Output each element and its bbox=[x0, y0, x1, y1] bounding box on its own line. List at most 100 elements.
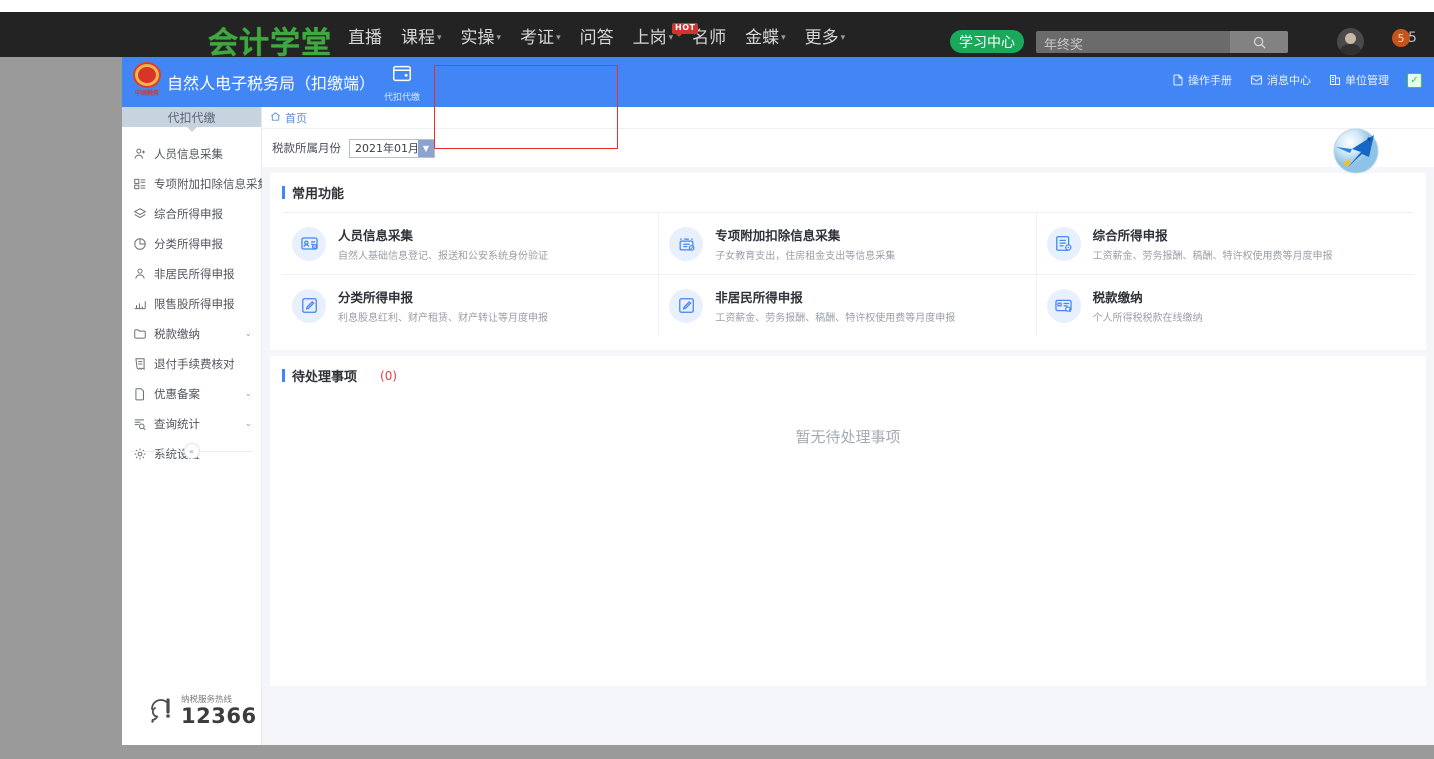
unit-management-label: 单位管理 bbox=[1345, 74, 1389, 87]
backdrop-bottom-strip bbox=[122, 745, 1434, 759]
common-functions-panel: 常用功能 人员信息采集 自然人基础信息登记、报送和公安系统身份验证 专项附加扣除… bbox=[270, 173, 1426, 350]
sidebar-item-refund-fee-check[interactable]: 退付手续费核对 bbox=[122, 349, 261, 379]
sidebar-item-query-statistics[interactable]: 查询统计 ⌄ bbox=[122, 409, 261, 439]
nav-item-2[interactable]: 实操 ▾ bbox=[461, 23, 502, 48]
sidebar-item-preferential-filing[interactable]: 优惠备案 ⌄ bbox=[122, 379, 261, 409]
card-personnel-info[interactable]: 人员信息采集 自然人基础信息登记、报送和公安系统身份验证 bbox=[282, 212, 660, 274]
envelope-icon bbox=[1251, 75, 1262, 85]
pie-chart-icon bbox=[132, 236, 148, 252]
card-comprehensive-income[interactable]: 综合所得申报 工资薪金、劳务报酬、稿酬、特许权使用费等月度申报 bbox=[1036, 212, 1414, 274]
sidebar-item-nonresident-income[interactable]: 非居民所得申报 bbox=[122, 259, 261, 289]
nav-item-1[interactable]: 课程 ▾ bbox=[401, 23, 442, 48]
search-button[interactable] bbox=[1230, 31, 1288, 53]
card-text: 人员信息采集 自然人基础信息登记、报送和公安系统身份验证 bbox=[338, 225, 548, 262]
card-text: 非居民所得申报 工资薪金、劳务报酬、稿酬、特许权使用费等月度申报 bbox=[715, 287, 955, 324]
notification-indicator[interactable]: 5 5 bbox=[1392, 29, 1417, 47]
manual-button[interactable]: 操作手册 bbox=[1172, 72, 1232, 88]
avatar[interactable] bbox=[1337, 28, 1364, 55]
card-desc: 工资薪金、劳务报酬、稿酬、特许权使用费等月度申报 bbox=[1092, 251, 1333, 262]
search-list-icon bbox=[132, 416, 148, 432]
card-title: 专项附加扣除信息采集 bbox=[715, 228, 841, 243]
message-center-label: 消息中心 bbox=[1267, 74, 1311, 87]
function-card-grid: 人员信息采集 自然人基础信息登记、报送和公安系统身份验证 专项附加扣除信息采集 … bbox=[282, 212, 1414, 336]
chevron-down-icon: ▾ bbox=[437, 33, 442, 43]
filter-bar: 税款所属月份 2021年01月 ▼ bbox=[262, 128, 1434, 174]
nav-item-label: 实操 bbox=[460, 28, 495, 48]
card-text: 税款缴纳 个人所得税税款在线缴纳 bbox=[1093, 287, 1203, 324]
nav-item-label: 金蝶 bbox=[745, 28, 780, 48]
chevron-down-icon: ▾ bbox=[781, 33, 786, 43]
backdrop-top-left bbox=[0, 0, 122, 12]
search-icon bbox=[1253, 36, 1266, 49]
home-icon bbox=[270, 111, 281, 125]
sidebar-item-personnel-info[interactable]: 人员信息采集 bbox=[122, 139, 261, 169]
sidebar-item-label: 查询统计 bbox=[154, 417, 200, 431]
site-topnav: 会计学堂 直播 课程 ▾ 实操 ▾ 考证 ▾ 问答 上岗 ▾ 名师 金蝶 ▾ 更… bbox=[0, 12, 1434, 57]
payment-card-icon bbox=[1046, 288, 1081, 323]
card-tax-payment[interactable]: 税款缴纳 个人所得税税款在线缴纳 bbox=[1036, 274, 1414, 336]
emblem-label: 中国税务 bbox=[134, 90, 159, 97]
unit-management-button[interactable]: 单位管理 bbox=[1329, 72, 1389, 88]
tax-period-select[interactable]: 2021年01月 ▼ bbox=[349, 138, 435, 158]
site-brand-logo[interactable]: 会计学堂 bbox=[208, 18, 332, 57]
card-classified-income[interactable]: 分类所得申报 利息股息红利、财产租赁、财产转让等月度申报 bbox=[282, 274, 660, 336]
chevron-down-icon: ⌄ bbox=[244, 419, 252, 429]
title-accent-bar bbox=[282, 186, 285, 199]
card-nonresident-income[interactable]: 非居民所得申报 工资薪金、劳务报酬、稿酬、特许权使用费等月度申报 bbox=[659, 274, 1037, 336]
document-icon bbox=[1173, 74, 1183, 86]
sidebar-item-classified-income[interactable]: 分类所得申报 bbox=[122, 229, 261, 259]
site-search[interactable]: 年终奖 bbox=[1036, 31, 1288, 53]
card-title: 非居民所得申报 bbox=[715, 290, 803, 305]
card-desc: 利息股息红利、财产租赁、财产转让等月度申报 bbox=[338, 313, 548, 324]
swallow-logo-svg bbox=[1333, 128, 1379, 174]
breadcrumb-label[interactable]: 首页 bbox=[285, 110, 307, 126]
swallow-logo bbox=[1328, 123, 1384, 179]
card-special-deduction[interactable]: 专项附加扣除信息采集 子女教育支出，住房租金支出等信息采集 bbox=[659, 212, 1037, 274]
manual-label: 操作手册 bbox=[1188, 74, 1232, 87]
chevron-down-icon: ▾ bbox=[840, 33, 846, 43]
card-title: 人员信息采集 bbox=[338, 228, 414, 243]
mode-label: 代扣代缴 bbox=[383, 93, 420, 103]
status-check-icon[interactable]: ✓ bbox=[1407, 72, 1422, 88]
sidebar-item-special-deduction[interactable]: 专项附加扣除信息采集 bbox=[122, 169, 269, 199]
sidebar-collapse-row: « bbox=[122, 437, 261, 465]
card-desc: 自然人基础信息登记、报送和公安系统身份验证 bbox=[338, 251, 548, 262]
app-header-actions: 操作手册 消息中心 单位管理 ✓ bbox=[1172, 72, 1422, 88]
wallet-icon bbox=[393, 65, 411, 82]
common-functions-title: 常用功能 bbox=[282, 183, 1414, 202]
sidebar-item-tax-payment[interactable]: 税款缴纳 ⌄ bbox=[122, 319, 261, 349]
sidebar-item-label: 优惠备案 bbox=[154, 387, 200, 401]
edit-icon bbox=[292, 288, 326, 323]
edit-icon bbox=[669, 288, 704, 323]
list-detail-icon bbox=[132, 176, 148, 192]
backdrop-grey-strip bbox=[0, 45, 122, 759]
card-title: 分类所得申报 bbox=[338, 290, 414, 305]
receipt-icon bbox=[132, 356, 148, 372]
nav-item-8[interactable]: 更多 ▾ bbox=[805, 23, 846, 48]
sidebar-item-comprehensive-income[interactable]: 综合所得申报 bbox=[122, 199, 261, 229]
chevron-down-icon: ▼ bbox=[418, 139, 434, 157]
chevron-down-icon: ⌄ bbox=[244, 329, 252, 339]
nav-item-label: 上岗 bbox=[632, 28, 667, 48]
avatar-head bbox=[1345, 33, 1356, 44]
chevron-left-double-icon: « bbox=[189, 446, 194, 456]
nav-item-0[interactable]: 直播 bbox=[348, 23, 382, 48]
search-input[interactable]: 年终奖 bbox=[1044, 34, 1083, 53]
mode-indicator[interactable]: 代扣代缴 bbox=[374, 62, 430, 103]
nav-item-5[interactable]: 上岗 ▾ bbox=[633, 23, 674, 48]
sidebar-item-label: 分类所得申报 bbox=[154, 237, 223, 251]
nav-item-7[interactable]: 金蝶 ▾ bbox=[745, 23, 786, 48]
report-icon bbox=[1046, 226, 1081, 261]
sidebar-item-label: 专项附加扣除信息采集 bbox=[154, 177, 269, 191]
tax-period-value: 2021年01月 bbox=[355, 142, 419, 155]
nav-item-3[interactable]: 考证 ▾ bbox=[520, 23, 561, 48]
sidebar-collapse-button[interactable]: « bbox=[183, 443, 200, 459]
sidebar-item-label: 非居民所得申报 bbox=[154, 267, 235, 281]
message-center-button[interactable]: 消息中心 bbox=[1250, 72, 1311, 88]
title-accent-bar bbox=[282, 369, 285, 382]
study-center-button[interactable]: 学习中心 bbox=[950, 30, 1024, 53]
sidebar-item-restricted-shares[interactable]: 限售股所得申报 bbox=[122, 289, 261, 319]
nav-item-4[interactable]: 问答 bbox=[580, 23, 614, 48]
todo-empty-text: 暂无待处理事项 bbox=[795, 428, 901, 446]
nav-item-label: 问答 bbox=[579, 28, 614, 48]
